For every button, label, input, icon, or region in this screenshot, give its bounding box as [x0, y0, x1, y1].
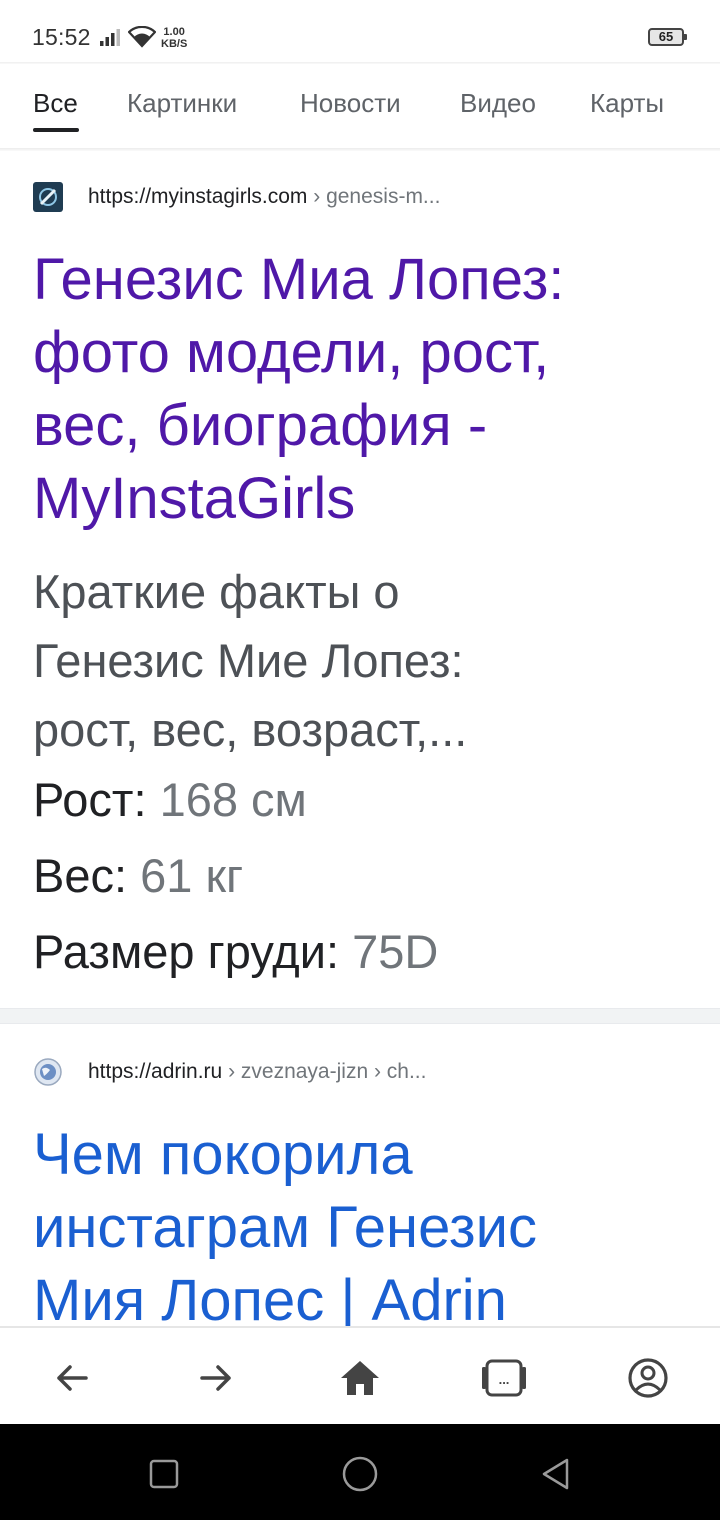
result-1-snippet-line: Краткие факты о	[33, 565, 400, 618]
result-1-snippet-line: рост, вес, возраст,...	[33, 703, 468, 756]
home-circle-icon[interactable]	[340, 1454, 380, 1494]
search-tabs: Все Картинки Новости Видео Карты	[0, 76, 720, 148]
status-bar: 15:52 1.00 KB/S 65	[0, 0, 720, 76]
tabs-divider	[0, 148, 720, 151]
fact-weight-label: Вес:	[33, 849, 141, 902]
result-2-title[interactable]: Чем покорила инстаграм Генезис Мия Лопес…	[33, 1118, 693, 1337]
result-1-title-line: MyInstaGirls	[33, 466, 356, 531]
result-1-title-line: вес, биография -	[33, 393, 488, 458]
signal-strength-icon	[100, 29, 120, 46]
result-1-url-path: › genesis-m...	[307, 185, 441, 208]
result-2-title-line: инстаграм Генезис	[33, 1195, 538, 1260]
tabs-count: ...	[499, 1372, 510, 1387]
fact-height-label: Рост:	[33, 773, 160, 826]
result-1-title[interactable]: Генезис Миа Лопез: фото модели, рост, ве…	[33, 243, 693, 535]
fact-height-value: 168 см	[159, 773, 307, 826]
status-time: 15:52	[32, 24, 91, 50]
back-arrow-icon[interactable]	[48, 1354, 96, 1402]
fact-weight: Вес: 61 кг	[33, 848, 243, 903]
fact-bust-label: Размер груди:	[33, 925, 353, 978]
battery-icon: 65	[648, 28, 687, 46]
browser-toolbar: ...	[0, 1326, 720, 1426]
home-icon[interactable]	[336, 1354, 384, 1402]
tab-images[interactable]: Картинки	[127, 88, 237, 119]
globe-icon	[34, 1058, 62, 1086]
fact-height: Рост: 168 см	[33, 772, 307, 827]
result-1-url[interactable]: https://myinstagirls.com › genesis-m...	[88, 185, 440, 209]
result-1-snippet: Краткие факты о Генезис Мие Лопез: рост,…	[33, 557, 693, 764]
tab-video[interactable]: Видео	[460, 88, 536, 119]
tab-news[interactable]: Новости	[300, 88, 401, 119]
fact-bust: Размер груди: 75D	[33, 924, 438, 979]
forward-arrow-icon[interactable]	[192, 1354, 240, 1402]
network-speed-value: 1.00	[163, 26, 185, 38]
battery-level: 65	[658, 29, 674, 44]
result-2-title-line: Чем покорила	[33, 1122, 413, 1187]
result-2-url-path: › zveznaya-jizn › ch...	[222, 1060, 427, 1083]
active-tab-indicator	[33, 128, 79, 132]
myinstagirls-favicon	[33, 182, 63, 212]
result-separator	[0, 1008, 720, 1024]
network-speed: 1.00 KB/S	[161, 26, 187, 50]
wifi-icon	[128, 26, 156, 48]
fact-bust-value: 75D	[352, 925, 439, 978]
header-shadow	[0, 62, 720, 64]
fact-weight-value: 61 кг	[140, 849, 244, 902]
result-1-title-line: фото модели, рост,	[33, 320, 550, 385]
result-2-url-domain: https://adrin.ru	[88, 1060, 223, 1083]
tab-maps[interactable]: Карты	[590, 88, 664, 119]
android-nav-bar	[0, 1424, 720, 1520]
result-1-title-line: Генезис Миа Лопез:	[33, 247, 565, 312]
recents-square-icon[interactable]	[144, 1454, 184, 1494]
result-2-url[interactable]: https://adrin.ru › zveznaya-jizn › ch...	[88, 1060, 426, 1084]
account-icon[interactable]	[624, 1354, 672, 1402]
tab-all[interactable]: Все	[33, 88, 78, 119]
back-triangle-icon[interactable]	[536, 1454, 576, 1494]
result-1-snippet-line: Генезис Мие Лопез:	[33, 634, 464, 687]
network-speed-unit: KB/S	[161, 38, 188, 50]
result-1-url-domain: https://myinstagirls.com	[88, 185, 308, 208]
tabs-icon[interactable]: ...	[480, 1354, 528, 1402]
